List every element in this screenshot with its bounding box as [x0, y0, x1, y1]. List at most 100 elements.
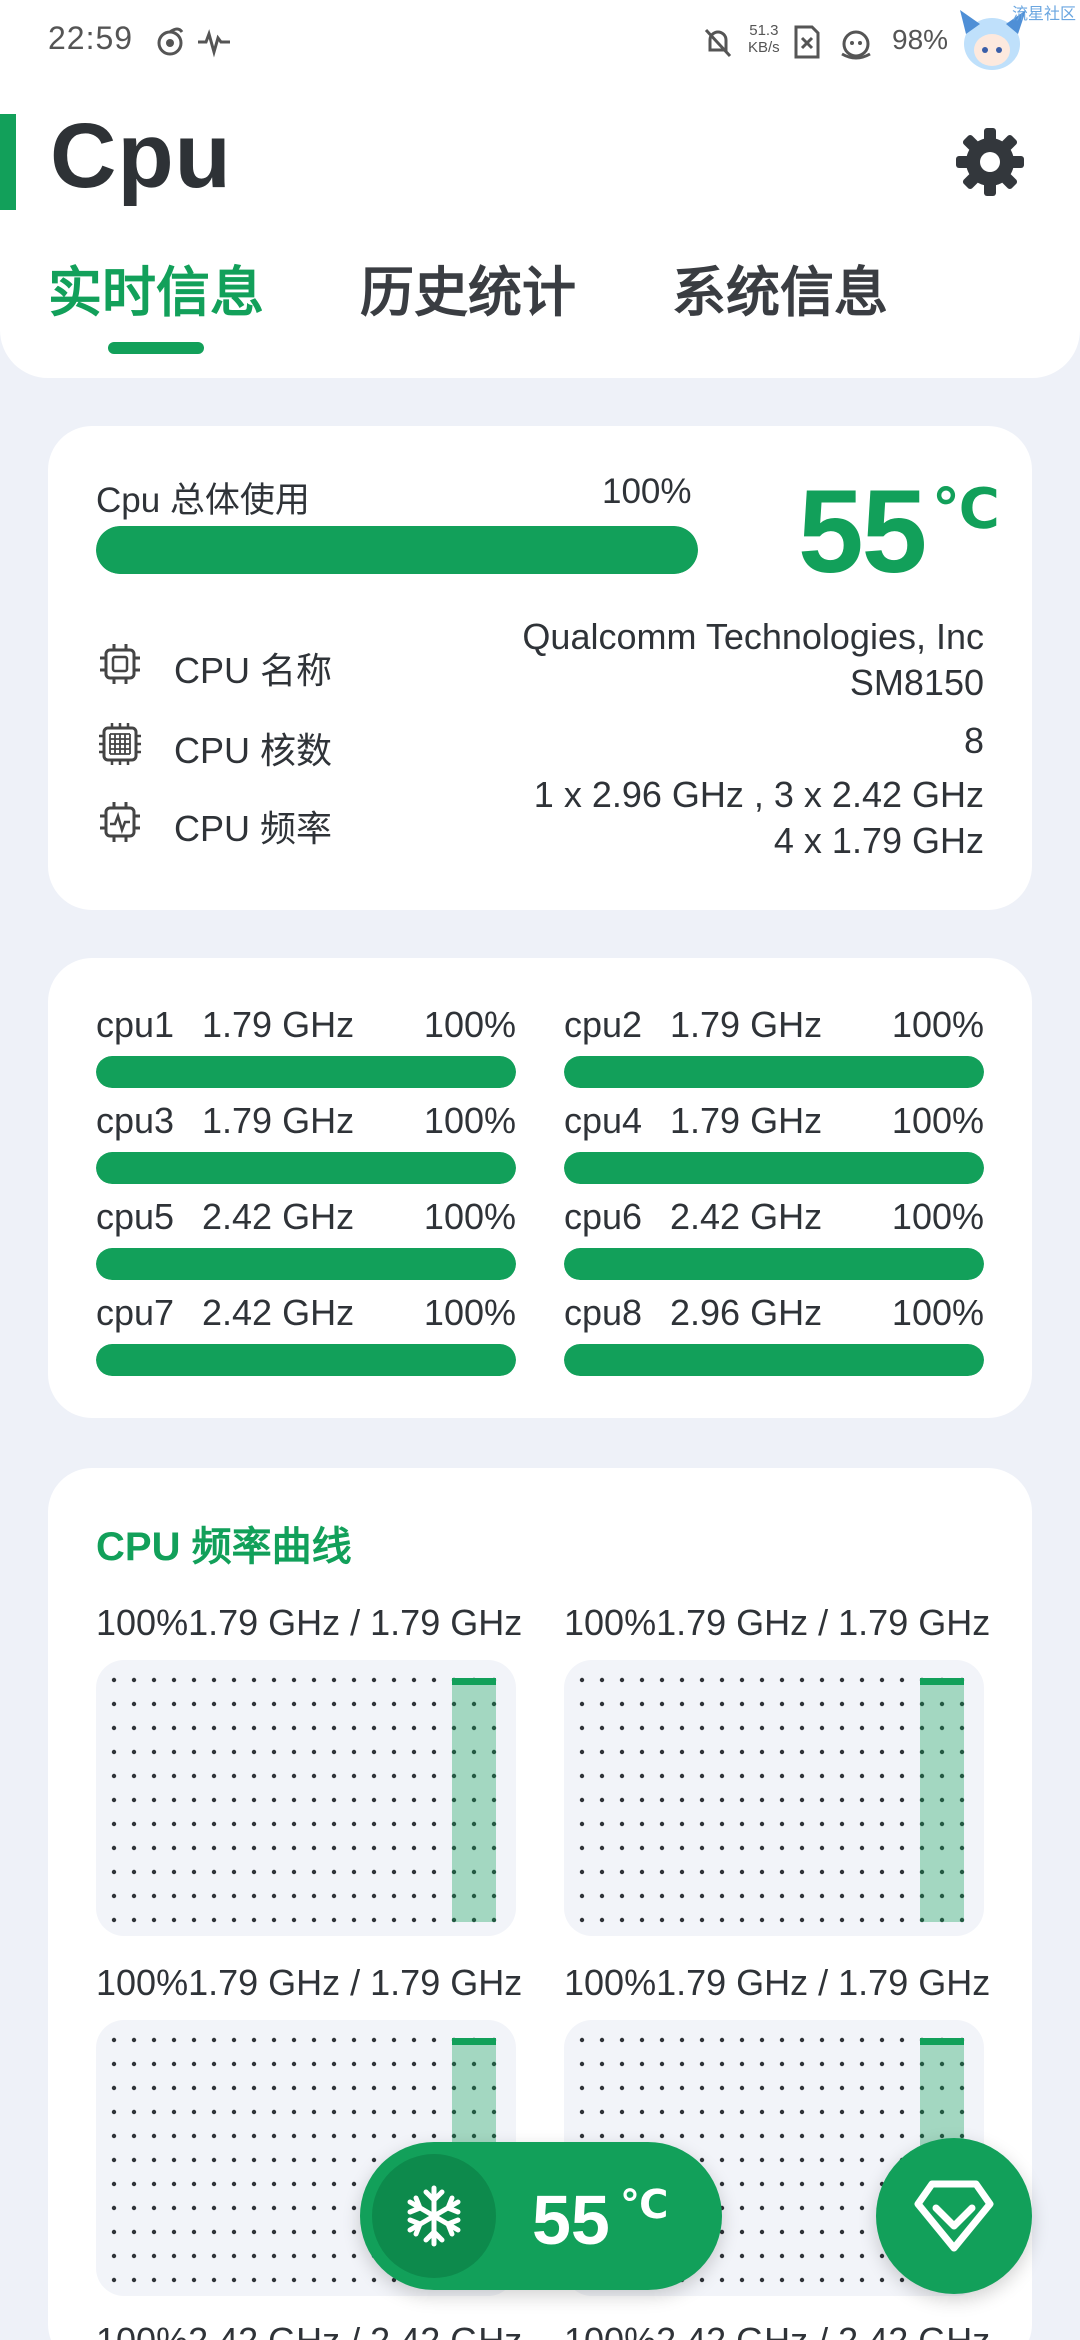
- grid-dot: [411, 1797, 417, 1803]
- grid-dot: [879, 1797, 885, 1803]
- grid-dot: [619, 1845, 625, 1851]
- grid-dot: [719, 1845, 725, 1851]
- grid-dot: [779, 2277, 785, 2283]
- grid-dot: [231, 2085, 237, 2091]
- tab-history[interactable]: 历史统计: [360, 248, 576, 327]
- grid-dot: [191, 2133, 197, 2139]
- overview-card: Cpu 总体使用 100% 55 ℃ CPU 名称 Qualcomm Techn…: [48, 426, 1032, 910]
- grid-dot: [619, 1701, 625, 1707]
- grid-dot: [371, 1845, 377, 1851]
- grid-dot: [391, 1893, 397, 1899]
- core-usage: 100%: [423, 1100, 516, 1141]
- grid-dot: [351, 2085, 357, 2091]
- grid-dot: [131, 2085, 137, 2091]
- tab-system[interactable]: 系统信息: [672, 248, 888, 327]
- grid-dot: [131, 2229, 137, 2235]
- grid-dot: [251, 1893, 257, 1899]
- grid-dot: [251, 2061, 257, 2067]
- grid-dot: [191, 2229, 197, 2235]
- grid-dot: [151, 1773, 157, 1779]
- grid-dot: [839, 2229, 845, 2235]
- grid-dot: [351, 1917, 357, 1923]
- grid-dot: [719, 1821, 725, 1827]
- grid-dot: [191, 2109, 197, 2115]
- grid-dot: [899, 1701, 905, 1707]
- grid-dot: [411, 1893, 417, 1899]
- grid-dot: [619, 1725, 625, 1731]
- grid-dot: [171, 2205, 177, 2211]
- grid-dot: [131, 2181, 137, 2187]
- grid-dot: [171, 2061, 177, 2067]
- grid-dot: [291, 2181, 297, 2187]
- core-item: cpu3 1.79 GHz 100%: [96, 1100, 516, 1184]
- grid-dot: [391, 1917, 397, 1923]
- grid-dot: [579, 2061, 585, 2067]
- grid-dot: [839, 2037, 845, 2043]
- core-frequency: 2.96 GHz: [670, 1292, 823, 1333]
- grid-dot: [311, 2133, 317, 2139]
- grid-dot: [639, 1701, 645, 1707]
- grid-dot: [719, 1701, 725, 1707]
- grid-dot: [191, 1845, 197, 1851]
- gem-button[interactable]: [876, 2138, 1032, 2294]
- grid-dot: [351, 2229, 357, 2235]
- grid-dot: [211, 1917, 217, 1923]
- grid-dot: [839, 2061, 845, 2067]
- grid-dot: [739, 2157, 745, 2163]
- core-name: cpu7: [96, 1292, 175, 1333]
- grid-dot: [759, 2205, 765, 2211]
- grid-dot: [351, 1677, 357, 1683]
- grid-dot: [311, 1845, 317, 1851]
- grid-dot: [579, 1749, 585, 1755]
- grid-dot: [799, 2181, 805, 2187]
- grid-dot: [799, 2205, 805, 2211]
- grid-dot: [131, 2037, 137, 2043]
- grid-dot: [331, 2037, 337, 2043]
- grid-dot: [151, 1701, 157, 1707]
- grid-dot: [391, 1773, 397, 1779]
- grid-dot: [599, 1701, 605, 1707]
- grid-dot: [251, 1701, 257, 1707]
- grid-dot: [759, 2229, 765, 2235]
- grid-dot: [899, 2085, 905, 2091]
- grid-dot: [799, 1893, 805, 1899]
- grid-dot: [171, 2133, 177, 2139]
- grid-dot: [859, 2181, 865, 2187]
- grid-dot: [211, 1677, 217, 1683]
- tab-realtime[interactable]: 实时信息: [48, 248, 264, 327]
- grid-dot: [331, 2109, 337, 2115]
- grid-dot: [679, 2061, 685, 2067]
- grid-dot: [411, 2109, 417, 2115]
- cpu-cores-label: CPU 核数: [174, 730, 333, 771]
- grid-dot: [351, 1701, 357, 1707]
- core-progress-bar: [564, 1248, 984, 1280]
- grid-dot: [331, 1869, 337, 1875]
- grid-dot: [879, 1869, 885, 1875]
- grid-dot: [311, 1893, 317, 1899]
- grid-dot: [599, 2037, 605, 2043]
- grid-dot: [251, 2109, 257, 2115]
- grid-dot: [859, 2133, 865, 2139]
- grid-dot: [699, 1893, 705, 1899]
- temperature-fab[interactable]: 55 ℃: [360, 2142, 722, 2290]
- grid-dot: [579, 1893, 585, 1899]
- frequency-column: [452, 1680, 496, 1922]
- grid-dot: [131, 1893, 137, 1899]
- grid-dot: [639, 1869, 645, 1875]
- core-frequency: 1.79 GHz: [670, 1100, 823, 1141]
- grid-dot: [231, 1725, 237, 1731]
- core-progress-fill: [564, 1248, 984, 1280]
- grid-dot: [151, 1869, 157, 1875]
- grid-dot: [211, 2085, 217, 2091]
- grid-dot: [291, 1869, 297, 1875]
- grid-dot: [231, 2061, 237, 2067]
- grid-dot: [699, 1869, 705, 1875]
- gear-icon[interactable]: [954, 126, 1026, 198]
- grid-dot: [619, 1917, 625, 1923]
- grid-dot: [859, 1893, 865, 1899]
- grid-dot: [311, 2085, 317, 2091]
- snowflake-button[interactable]: [372, 2154, 496, 2278]
- grid-dot: [699, 1677, 705, 1683]
- grid-dot: [211, 2181, 217, 2187]
- grid-dot: [131, 1773, 137, 1779]
